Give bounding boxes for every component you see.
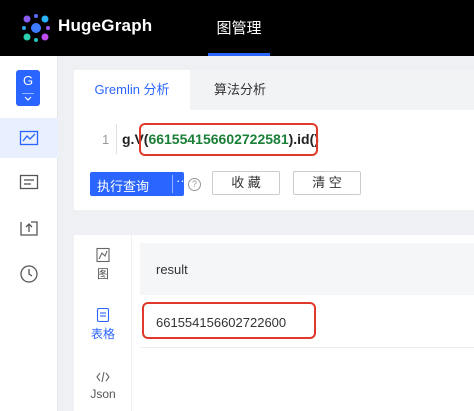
line-number: 1 (102, 132, 110, 147)
nav-label: 图管理 (216, 20, 262, 37)
clear-button[interactable]: 清 空 (293, 171, 361, 195)
code-view-icon (96, 371, 110, 383)
view-table-label: 表格 (90, 327, 115, 341)
sidebar-item-graph-analysis[interactable] (0, 118, 58, 158)
button-divider (172, 175, 173, 193)
sidebar-item-async-tasks[interactable] (0, 254, 58, 294)
sidebar-item-metadata[interactable] (0, 162, 58, 202)
tab-algorithm-analysis[interactable]: 算法分析 (190, 70, 290, 110)
view-json-label: Json (90, 387, 116, 401)
table-view-icon (96, 307, 110, 323)
metadata-icon (19, 174, 39, 190)
clock-icon (20, 265, 38, 283)
hugegraph-logo-icon (22, 14, 50, 42)
graph-selector[interactable]: G (16, 70, 40, 106)
execute-query-button[interactable]: 执行查询 ··· (90, 172, 189, 196)
top-bar: HugeGraph 图管理 (0, 0, 474, 56)
graph-initial: G (22, 73, 34, 88)
view-table[interactable]: 表格 (74, 307, 132, 342)
execute-label: 执行查询 (97, 179, 150, 194)
tab-gremlin-analysis[interactable]: Gremlin 分析 (74, 70, 190, 110)
sidebar-item-data-import[interactable] (0, 208, 58, 248)
column-header-result: result (156, 262, 188, 277)
app-name: HugeGraph (58, 16, 153, 35)
help-icon[interactable]: ? (188, 178, 201, 191)
result-view-switcher: 图 表格 Json (74, 235, 132, 411)
favorite-button[interactable]: 收 藏 (212, 171, 280, 195)
more-options-button[interactable]: ··· (176, 173, 189, 188)
view-graph-label: 图 (96, 267, 109, 281)
result-value-highlight (142, 302, 316, 339)
analysis-icon (19, 130, 39, 146)
chevron-down-icon (22, 93, 34, 103)
nav-active-indicator (208, 53, 270, 56)
vertex-id-highlight (139, 123, 318, 156)
import-icon (20, 221, 38, 236)
view-json[interactable]: Json (74, 369, 132, 401)
sidebar: G (0, 56, 58, 411)
table-header: result (140, 243, 474, 295)
nav-graph-management[interactable]: 图管理 (208, 0, 270, 56)
editor-gutter (116, 124, 117, 154)
graph-view-icon (96, 247, 110, 263)
row-divider (140, 347, 474, 348)
view-graph[interactable]: 图 (74, 247, 132, 282)
